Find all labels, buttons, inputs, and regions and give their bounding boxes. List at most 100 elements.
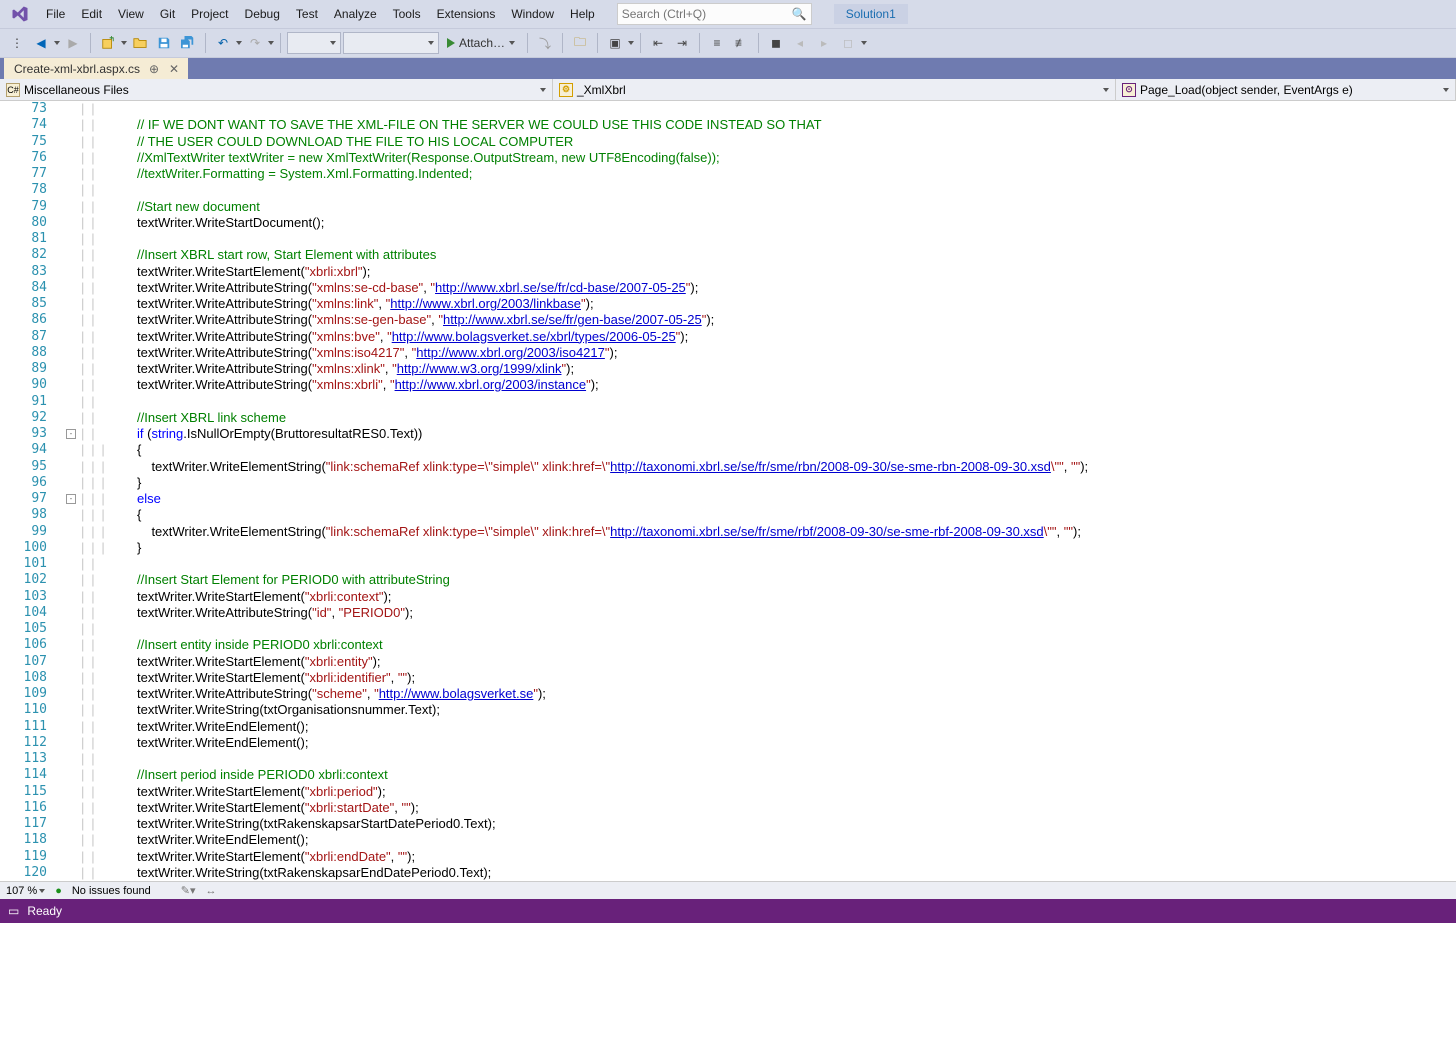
solution-selector[interactable]: Solution1 bbox=[834, 4, 908, 24]
code-line[interactable]: | | | textWriter.WriteElementString("lin… bbox=[81, 459, 1456, 475]
code-line[interactable]: | | // THE USER COULD DOWNLOAD THE FILE … bbox=[81, 134, 1456, 150]
menu-view[interactable]: View bbox=[110, 5, 152, 23]
bookmark-icon[interactable]: ◼ bbox=[765, 32, 787, 54]
code-area[interactable]: | | | | // IF WE DONT WANT TO SAVE THE X… bbox=[81, 101, 1456, 881]
code-line[interactable]: | | textWriter.WriteStartElement("xbrli:… bbox=[81, 670, 1456, 686]
code-line[interactable]: | | //Insert entity inside PERIOD0 xbrli… bbox=[81, 637, 1456, 653]
code-line[interactable]: | | textWriter.WriteStartElement("xbrli:… bbox=[81, 800, 1456, 816]
chevron-down-icon[interactable] bbox=[268, 41, 274, 45]
code-editor[interactable]: 7374757677787980818283848586878889909192… bbox=[0, 101, 1456, 881]
chevron-down-icon[interactable] bbox=[54, 41, 60, 45]
uncomment-icon[interactable]: ≢ bbox=[730, 32, 752, 54]
menu-help[interactable]: Help bbox=[562, 5, 603, 23]
nav-back-button[interactable]: ◀ bbox=[30, 32, 52, 54]
code-line[interactable]: | | textWriter.WriteAttributeString("xml… bbox=[81, 296, 1456, 312]
box-select-icon[interactable]: ▣ bbox=[604, 32, 626, 54]
chevron-down-icon[interactable] bbox=[236, 41, 242, 45]
redo-button[interactable]: ↷ bbox=[244, 32, 266, 54]
close-icon[interactable]: ✕ bbox=[168, 63, 180, 75]
code-line[interactable]: | | //textWriter.Formatting = System.Xml… bbox=[81, 166, 1456, 182]
chevron-down-icon[interactable] bbox=[628, 41, 634, 45]
code-line[interactable]: | | textWriter.WriteEndElement(); bbox=[81, 735, 1456, 751]
code-line[interactable]: | | textWriter.WriteEndElement(); bbox=[81, 719, 1456, 735]
code-line[interactable]: | | | { bbox=[81, 507, 1456, 523]
code-line[interactable]: | | textWriter.WriteAttributeString("xml… bbox=[81, 361, 1456, 377]
menu-git[interactable]: Git bbox=[152, 5, 183, 23]
code-line[interactable]: | | bbox=[81, 556, 1456, 572]
code-line[interactable]: | | //Start new document bbox=[81, 199, 1456, 215]
open-file-button[interactable] bbox=[129, 32, 151, 54]
code-line[interactable]: | | //Insert XBRL link scheme bbox=[81, 410, 1456, 426]
zoom-dropdown[interactable]: 107 % bbox=[6, 885, 45, 897]
code-line[interactable]: | | textWriter.WriteAttributeString("xml… bbox=[81, 377, 1456, 393]
code-line[interactable]: | | textWriter.WriteString(txtOrganisati… bbox=[81, 702, 1456, 718]
member-dropdown[interactable]: ⊙ Page_Load(object sender, EventArgs e) bbox=[1116, 79, 1456, 100]
menu-tools[interactable]: Tools bbox=[385, 5, 429, 23]
menu-analyze[interactable]: Analyze bbox=[326, 5, 385, 23]
code-line[interactable]: | | textWriter.WriteStartDocument(); bbox=[81, 215, 1456, 231]
save-all-button[interactable] bbox=[177, 32, 199, 54]
code-line[interactable]: | | textWriter.WriteAttributeString("xml… bbox=[81, 312, 1456, 328]
code-line[interactable]: | | bbox=[81, 751, 1456, 767]
code-line[interactable]: | | textWriter.WriteStartElement("xbrli:… bbox=[81, 654, 1456, 670]
code-line[interactable]: | | bbox=[81, 621, 1456, 637]
code-line[interactable]: | | textWriter.WriteAttributeString("xml… bbox=[81, 345, 1456, 361]
code-line[interactable]: | | textWriter.WriteStartElement("xbrli:… bbox=[81, 589, 1456, 605]
config-dropdown[interactable] bbox=[287, 32, 341, 54]
chevron-down-icon[interactable] bbox=[861, 41, 867, 45]
outline-markers[interactable]: -- bbox=[63, 101, 81, 881]
next-bookmark-icon[interactable]: ▸ bbox=[813, 32, 835, 54]
scope-dropdown[interactable]: C# Miscellaneous Files bbox=[0, 79, 553, 100]
code-line[interactable]: | | | } bbox=[81, 540, 1456, 556]
undo-button[interactable]: ↶ bbox=[212, 32, 234, 54]
code-line[interactable]: | | //Insert Start Element for PERIOD0 w… bbox=[81, 572, 1456, 588]
outline-toggle[interactable]: - bbox=[66, 494, 76, 504]
find-in-files-button[interactable]: 🗀 bbox=[569, 32, 591, 54]
code-line[interactable]: | | bbox=[81, 394, 1456, 410]
code-line[interactable]: | | textWriter.WriteEndElement(); bbox=[81, 832, 1456, 848]
comment-icon[interactable]: ≡ bbox=[706, 32, 728, 54]
code-line[interactable]: | | bbox=[81, 182, 1456, 198]
window-layout-icon[interactable]: ▭ bbox=[8, 904, 19, 918]
menu-edit[interactable]: Edit bbox=[73, 5, 110, 23]
tool-icon[interactable]: ✎▾ bbox=[181, 884, 196, 897]
code-line[interactable]: | | | } bbox=[81, 475, 1456, 491]
pin-icon[interactable]: ⊕ bbox=[148, 63, 160, 75]
code-line[interactable]: | | textWriter.WriteStartElement("xbrli:… bbox=[81, 849, 1456, 865]
step-into-icon[interactable]: ⤵ bbox=[534, 32, 556, 54]
code-line[interactable]: | | textWriter.WriteAttributeString("xml… bbox=[81, 280, 1456, 296]
code-line[interactable]: | | textWriter.WriteAttributeString("xml… bbox=[81, 329, 1456, 345]
code-line[interactable]: | | textWriter.WriteString(txtRakenskaps… bbox=[81, 816, 1456, 832]
class-dropdown[interactable]: ⚙ _XmlXbrl bbox=[553, 79, 1116, 100]
code-line[interactable]: | | bbox=[81, 101, 1456, 117]
code-line[interactable]: | | | else bbox=[81, 491, 1456, 507]
outline-toggle[interactable]: - bbox=[66, 429, 76, 439]
menu-debug[interactable]: Debug bbox=[237, 5, 288, 23]
prev-bookmark-icon[interactable]: ◂ bbox=[789, 32, 811, 54]
menu-test[interactable]: Test bbox=[288, 5, 326, 23]
code-line[interactable]: | | textWriter.WriteStartElement("xbrli:… bbox=[81, 264, 1456, 280]
chevron-down-icon[interactable] bbox=[121, 41, 127, 45]
menu-extensions[interactable]: Extensions bbox=[429, 5, 504, 23]
document-tab[interactable]: Create-xml-xbrl.aspx.cs ⊕ ✕ bbox=[4, 58, 188, 79]
save-button[interactable] bbox=[153, 32, 175, 54]
code-line[interactable]: | | if (string.IsNullOrEmpty(Bruttoresul… bbox=[81, 426, 1456, 442]
code-line[interactable]: | | // IF WE DONT WANT TO SAVE THE XML-F… bbox=[81, 117, 1456, 133]
indent-left-icon[interactable]: ⇤ bbox=[647, 32, 669, 54]
code-line[interactable]: | | //XmlTextWriter textWriter = new Xml… bbox=[81, 150, 1456, 166]
search-box[interactable]: 🔍 bbox=[617, 3, 812, 25]
issues-label[interactable]: No issues found bbox=[72, 885, 151, 897]
menu-project[interactable]: Project bbox=[183, 5, 236, 23]
code-line[interactable]: | | //Insert XBRL start row, Start Eleme… bbox=[81, 247, 1456, 263]
attach-button[interactable]: Attach… bbox=[441, 32, 521, 54]
code-line[interactable]: | | | textWriter.WriteElementString("lin… bbox=[81, 524, 1456, 540]
code-line[interactable]: | | textWriter.WriteAttributeString("id"… bbox=[81, 605, 1456, 621]
menu-window[interactable]: Window bbox=[503, 5, 562, 23]
code-line[interactable]: | | //Insert period inside PERIOD0 xbrli… bbox=[81, 767, 1456, 783]
menu-file[interactable]: File bbox=[38, 5, 73, 23]
code-line[interactable]: | | bbox=[81, 231, 1456, 247]
clear-bookmarks-icon[interactable]: ◻ bbox=[837, 32, 859, 54]
new-item-button[interactable] bbox=[97, 32, 119, 54]
code-line[interactable]: | | | { bbox=[81, 442, 1456, 458]
code-line[interactable]: | | textWriter.WriteAttributeString("sch… bbox=[81, 686, 1456, 702]
